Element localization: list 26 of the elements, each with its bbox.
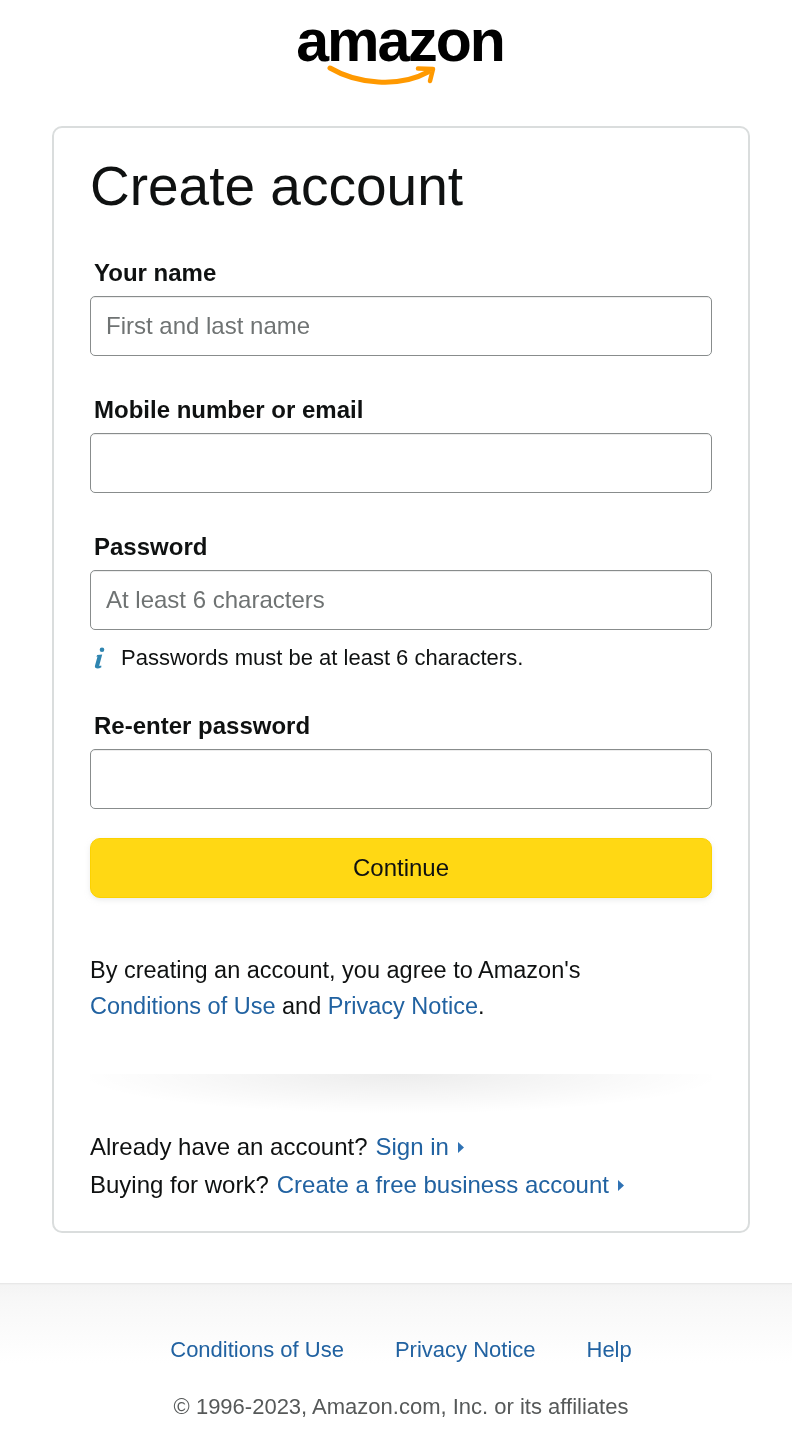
business-account-link[interactable]: Create a free business account	[276, 1166, 624, 1204]
footer-link[interactable]: Help	[586, 1335, 632, 1365]
conditions-of-use-link[interactable]: Conditions of Use	[90, 993, 276, 1019]
caret-icon	[457, 1141, 464, 1153]
continue-button[interactable]: Continue	[90, 838, 712, 898]
confirm-password-field[interactable]	[90, 749, 712, 809]
info-icon	[93, 647, 105, 669]
sign-in-link[interactable]: Sign in	[375, 1128, 464, 1166]
page-title: Create account	[90, 154, 463, 219]
business-prompt-text: Buying for work?	[90, 1170, 269, 1200]
field-label: Your name	[94, 258, 217, 288]
caret-icon	[617, 1179, 624, 1191]
footer-link[interactable]: Privacy Notice	[394, 1335, 536, 1365]
copyright-text: © 1996-2023, Amazon.com, Inc. or its affiliates	[173, 1393, 629, 1421]
field-label: Password	[94, 532, 208, 562]
password-hint-text: Passwords must be at least 6 characters.	[121, 644, 524, 672]
terms-agreement-text: By creating an account, you agree to Amazon's Conditions of Use and Privacy Notice.	[90, 956, 582, 1021]
privacy-notice-link[interactable]: Privacy Notice	[327, 993, 478, 1019]
footer-link[interactable]: Conditions of Use	[170, 1335, 344, 1365]
name-field[interactable]: First and last name	[90, 296, 712, 356]
sign-in-prompt-text: Already have an account?	[90, 1132, 368, 1162]
mobile-or-email-field[interactable]	[90, 433, 712, 493]
field-label: Mobile number or email	[94, 395, 364, 425]
logo-wordmark: amazon	[296, 10, 505, 72]
field-label: Re-enter password	[94, 711, 311, 741]
password-field[interactable]: At least 6 characters	[90, 570, 712, 630]
